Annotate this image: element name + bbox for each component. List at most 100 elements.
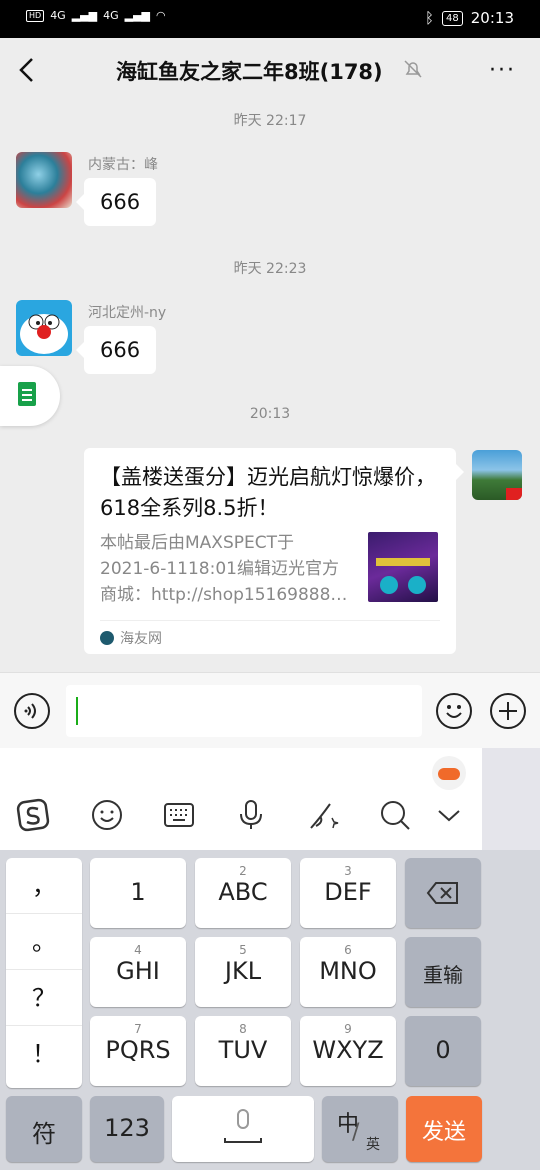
key-number: 9 <box>344 1022 352 1036</box>
signal-4g-1: 4G <box>50 9 66 22</box>
numeric-key[interactable]: 123 <box>90 1096 164 1162</box>
flag-badge <box>506 488 522 500</box>
keyboard-side-panel <box>482 748 540 850</box>
emoji-icon[interactable] <box>436 693 472 729</box>
key-label: WXYZ <box>312 1036 384 1064</box>
key-mno[interactable]: 6 MNO <box>300 937 396 1007</box>
backspace-icon <box>426 882 458 904</box>
key-label: MNO <box>319 957 377 985</box>
mic-space-icon <box>224 1109 262 1143</box>
card-description: 本帖最后由MAXSPECT于 2021-6-1118:01编辑迈光官方 商城：h… <box>100 530 352 608</box>
key-label: DEF <box>324 878 372 906</box>
divider <box>100 620 440 621</box>
signal-4g-2: 4G <box>103 9 119 22</box>
message-input[interactable] <box>66 685 422 737</box>
key-0[interactable]: 0 <box>405 1016 481 1086</box>
key-label: 123 <box>104 1114 150 1142</box>
key-label: 0 <box>435 1036 451 1064</box>
status-bar: HD 4G ▂▄▆ 4G ▂▄▆ ◠ ᛒ 48 20:13 <box>0 0 540 38</box>
source-logo-icon <box>100 631 114 645</box>
card-desc-line: 商城：http://shop15169888… <box>100 585 348 605</box>
send-button[interactable]: 发送 <box>406 1096 482 1162</box>
punctuation-column[interactable]: ， 。 ？ ！ <box>6 858 82 1088</box>
message-bubble[interactable]: 666 <box>75 326 157 374</box>
keyboard: ， 。 ？ ！ 1 2 ABC 3 DEF 4 GHI 5 JKL 6 MNO … <box>0 748 540 1170</box>
chat-title: 海缸鱼友之家二年8班(178) <box>116 60 383 84</box>
hd-badge: HD <box>26 9 45 22</box>
signal-indicators: HD 4G ▂▄▆ 4G ▂▄▆ ◠ <box>26 9 166 22</box>
lang-switch-key[interactable]: 中 / 英 <box>322 1096 398 1162</box>
key-ghi[interactable]: 4 GHI <box>90 937 186 1007</box>
key-1[interactable]: 1 <box>90 858 186 928</box>
key-jkl[interactable]: 5 JKL <box>195 937 291 1007</box>
source-name: 海友网 <box>120 631 162 647</box>
voice-icon[interactable] <box>14 693 50 729</box>
handwrite-icon[interactable] <box>306 798 340 832</box>
key-label: 发送 <box>421 1120 466 1145</box>
key-pqrs[interactable]: 7 PQRS <box>90 1016 186 1086</box>
key-number: 7 <box>134 1022 142 1036</box>
card-title: 【盖楼送蛋分】迈光启航灯惊爆价，618全系列8.5折！ <box>100 465 436 520</box>
wifi-icon: ◠ <box>156 9 166 22</box>
key-label: JKL <box>224 957 262 985</box>
mascot-icon[interactable] <box>432 756 466 790</box>
input-bar <box>0 672 540 748</box>
key-number: 6 <box>344 943 352 957</box>
key-abc[interactable]: 2 ABC <box>195 858 291 928</box>
key-label: ABC <box>218 878 268 906</box>
card-source: 海友网 <box>100 628 162 648</box>
back-icon[interactable] <box>14 56 42 84</box>
search-icon[interactable] <box>378 798 412 832</box>
text-caret <box>76 697 78 725</box>
sogou-logo-icon[interactable] <box>16 798 50 832</box>
plus-icon[interactable] <box>490 693 526 729</box>
key-label: 重输 <box>423 963 463 987</box>
slash-divider: / <box>352 1120 360 1145</box>
card-desc-line: 本帖最后由MAXSPECT于 <box>100 533 294 553</box>
signal-bars-icon: ▂▄▆ <box>71 9 98 22</box>
space-key[interactable] <box>172 1096 314 1162</box>
punct-key[interactable]: ， <box>6 858 82 914</box>
key-wxyz[interactable]: 9 WXYZ <box>300 1016 396 1086</box>
card-thumbnail <box>368 532 438 602</box>
punct-key[interactable]: ？ <box>6 970 82 1026</box>
key-def[interactable]: 3 DEF <box>300 858 396 928</box>
key-label: 符 <box>32 1120 56 1148</box>
more-button[interactable]: ··· <box>489 58 516 83</box>
backspace-key[interactable] <box>405 858 481 928</box>
punct-key[interactable]: 。 <box>6 914 82 970</box>
clock: 20:13 <box>470 9 514 27</box>
key-sublabel: 英 <box>366 1137 380 1153</box>
mic-icon[interactable] <box>234 798 268 832</box>
message-bubble[interactable]: 666 <box>75 178 157 226</box>
timestamp: 20:13 <box>249 406 291 422</box>
smiley-icon[interactable] <box>90 798 124 832</box>
key-number: 2 <box>239 864 247 878</box>
key-label: TUV <box>218 1036 268 1064</box>
chat-area[interactable]: 昨天 22:17 内蒙古：峰 666 昨天 22:23 河北定州-ny 666 … <box>0 102 540 672</box>
key-label: PQRS <box>105 1036 171 1064</box>
keyboard-toolbar <box>0 748 482 850</box>
symbol-key[interactable]: 符 <box>6 1096 82 1162</box>
battery-level: 48 <box>442 10 463 26</box>
key-number: 8 <box>239 1022 247 1036</box>
sender-name: 河北定州-ny <box>88 305 167 321</box>
keyboard-icon[interactable] <box>162 798 196 832</box>
timestamp: 昨天 22:17 <box>233 113 307 129</box>
key-label: GHI <box>116 957 160 985</box>
mute-bell-icon <box>404 60 422 78</box>
my-avatar[interactable] <box>472 450 522 500</box>
key-number: 5 <box>239 943 247 957</box>
signal-bars-icon: ▂▄▆ <box>124 9 151 22</box>
key-tuv[interactable]: 8 TUV <box>195 1016 291 1086</box>
punct-key[interactable]: ！ <box>6 1026 82 1082</box>
reenter-key[interactable]: 重输 <box>405 937 481 1007</box>
link-card[interactable]: 【盖楼送蛋分】迈光启航灯惊爆价，618全系列8.5折！ 本帖最后由MAXSPEC… <box>84 448 464 654</box>
timestamp: 昨天 22:23 <box>233 261 307 277</box>
status-right: ᛒ 48 20:13 <box>425 9 514 27</box>
avatar[interactable] <box>16 152 72 208</box>
chat-header: 海缸鱼友之家二年8班(178) ··· <box>0 38 540 102</box>
bluetooth-icon: ᛒ <box>425 9 435 27</box>
avatar[interactable] <box>16 300 72 356</box>
chevron-down-icon[interactable] <box>432 798 466 832</box>
